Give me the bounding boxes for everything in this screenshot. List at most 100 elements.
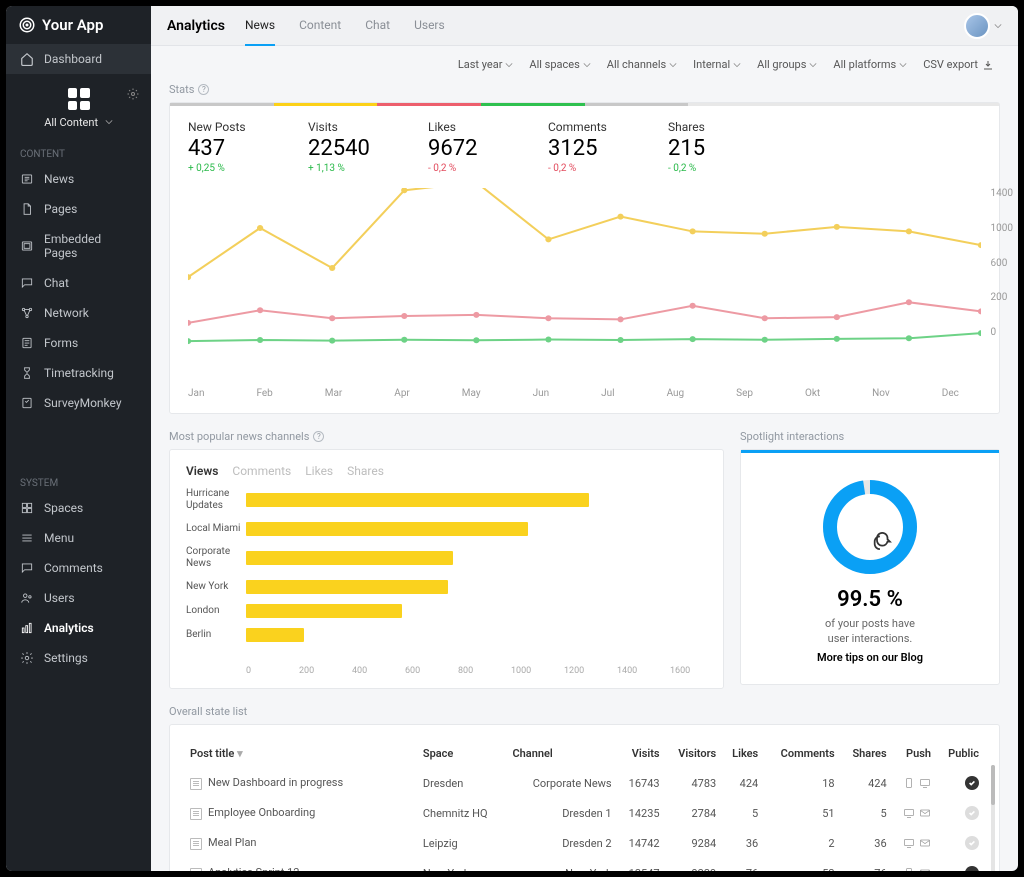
tab-content[interactable]: Content [299,6,341,46]
nav-menu[interactable]: Menu [6,523,151,553]
filter-all-groups[interactable]: All groups [757,58,817,71]
filter-all-platforms[interactable]: All platforms [833,58,907,71]
col-visitors[interactable]: Visitors [664,739,721,768]
csv-export[interactable]: CSV export [923,58,994,71]
page-title: Analytics [167,18,225,34]
col-shares[interactable]: Shares [839,739,891,768]
stats-label: Stats? [169,83,1000,96]
chevron-down-icon [105,118,113,126]
nav-pages[interactable]: Pages [6,194,151,224]
chevron-down-icon [899,61,907,69]
chevron-down-icon [994,22,1002,30]
comments-icon [20,561,34,575]
col-channel[interactable]: Channel [508,739,615,768]
tabs: News Content Chat Users [245,6,445,46]
nav-embedded-pages[interactable]: Embedded Pages [6,224,151,268]
stats-panel: New Posts 437 + 0,25 % Visits 22540 + 1,… [169,102,1000,414]
table-row[interactable]: Employee Onboarding Chemnitz HQDresden 1… [186,798,983,828]
chevron-down-icon [809,61,817,69]
main: Analytics News Content Chat Users Last year… [151,6,1018,871]
col-visits[interactable]: Visits [616,739,664,768]
col-push[interactable]: Push [891,739,935,768]
public-toggle[interactable] [965,806,979,820]
form-icon [20,336,34,350]
popular-panel: Views Comments Likes Shares Hurricane Updat… [169,449,724,689]
embed-icon [20,239,34,253]
table-row[interactable]: New Dashboard in progress DresdenCorpora… [186,768,983,798]
stat-visits: Visits 22540 + 1,13 % [308,120,388,174]
topbar: Analytics News Content Chat Users [151,6,1018,46]
filter-last-year[interactable]: Last year [458,58,514,71]
filter-all-spaces[interactable]: All spaces [529,58,590,71]
nav-label: Analytics [44,621,94,635]
chat-bubble-icon [870,527,898,555]
col-likes[interactable]: Likes [720,739,762,768]
nav-label: Pages [44,202,77,216]
table-row[interactable]: Analytics Sprint 12 New YorkNew York 135… [186,858,983,871]
nav-label: Chat [44,276,69,290]
pop-tab-shares[interactable]: Shares [347,464,384,478]
spotlight-value: 99.5 % [837,587,903,612]
col-comments[interactable]: Comments [762,739,838,768]
col-public[interactable]: Public [935,739,983,768]
table-row[interactable]: Meal Plan LeipzigDresden 2 147429284 362… [186,828,983,858]
nav-label: Spaces [44,501,83,515]
gear-icon[interactable] [127,88,139,100]
pop-tab-views[interactable]: Views [186,464,218,478]
pop-tab-likes[interactable]: Likes [305,464,333,478]
spaces-icon [20,501,34,515]
app-grid[interactable] [6,88,151,110]
bar-row: Hurricane Updates [186,488,707,512]
nav-surveymonkey[interactable]: SurveyMonkey [6,388,151,418]
mobile-icon [903,777,915,789]
bar-row: Corporate News [186,546,707,570]
tab-users[interactable]: Users [414,6,445,46]
news-icon [20,172,34,186]
nav-comments[interactable]: Comments [6,553,151,583]
pop-tab-comments[interactable]: Comments [232,464,291,478]
tab-chat[interactable]: Chat [365,6,390,46]
user-menu[interactable] [964,13,1002,39]
nav-timetracking[interactable]: Timetracking [6,358,151,388]
doc-icon [190,838,202,850]
analytics-icon [20,621,34,635]
nav-network[interactable]: Network [6,298,151,328]
tab-news[interactable]: News [245,6,275,46]
col-post-title[interactable]: Post title ▾ [186,739,419,768]
network-icon [20,306,34,320]
chevron-down-icon [733,61,741,69]
nav-dashboard[interactable]: Dashboard [6,44,151,74]
nav-label: Dashboard [44,52,102,66]
mail-icon [919,807,931,819]
public-toggle[interactable] [965,866,979,871]
nav-analytics[interactable]: Analytics [6,613,151,643]
nav-spaces[interactable]: Spaces [6,493,151,523]
nav-chat[interactable]: Chat [6,268,151,298]
filter-all-channels[interactable]: All channels [607,58,677,71]
nav-label: News [44,172,74,186]
content-selector[interactable]: All Content [6,116,151,139]
nav-forms[interactable]: Forms [6,328,151,358]
table-scrollbar[interactable] [991,765,995,871]
nav-label: Menu [44,531,74,545]
nav-news[interactable]: News [6,164,151,194]
col-space[interactable]: Space [419,739,509,768]
nav-settings[interactable]: Settings [6,643,151,673]
filter-bar: Last year All spaces All channels Internal A… [151,46,1018,83]
doc-icon [190,778,202,790]
bar-row: Local Miami [186,522,707,536]
nav-users[interactable]: Users [6,583,151,613]
public-toggle[interactable] [965,836,979,850]
public-toggle[interactable] [965,776,979,790]
spotlight-label: Spotlight interactions [740,430,1000,443]
line-chart: 140010006002000 [188,188,981,378]
chevron-down-icon [583,61,591,69]
home-icon [20,52,34,66]
spotlight-link[interactable]: More tips on our Blog [817,651,923,664]
desktop-icon [919,777,931,789]
page-icon [20,202,34,216]
spotlight-text: of your posts haveuser interactions. [825,616,915,647]
nav-label: Timetracking [44,366,114,380]
filter-internal[interactable]: Internal [693,58,741,71]
nav-label: Embedded Pages [44,232,137,260]
